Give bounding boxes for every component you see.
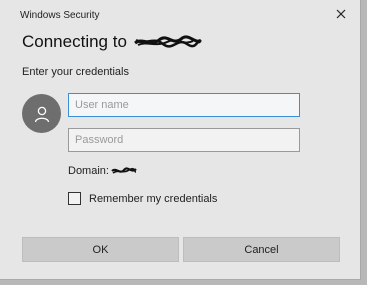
connecting-heading: Connecting to	[22, 32, 203, 52]
user-icon	[34, 106, 49, 122]
avatar	[22, 94, 61, 133]
cancel-button[interactable]: Cancel	[183, 237, 340, 262]
close-icon	[336, 9, 346, 19]
password-input[interactable]	[68, 128, 300, 152]
remember-credentials-label: Remember my credentials	[89, 192, 218, 205]
redaction-scribble	[111, 167, 137, 174]
window-title: Windows Security	[20, 10, 100, 21]
credentials-dialog: Windows Security Connecting to Enter you…	[0, 0, 361, 280]
heading-text: Connecting to	[22, 32, 127, 51]
domain-row: Domain:	[68, 165, 137, 177]
checkbox-box[interactable]	[68, 192, 81, 205]
title-bar: Windows Security	[0, 0, 360, 28]
ok-button[interactable]: OK	[22, 237, 179, 262]
domain-label: Domain:	[68, 165, 109, 177]
enter-credentials-label: Enter your credentials	[22, 66, 129, 78]
username-input[interactable]	[68, 93, 300, 117]
redaction-scribble	[134, 35, 202, 48]
close-button[interactable]	[332, 5, 350, 23]
remember-credentials-checkbox[interactable]: Remember my credentials	[68, 192, 217, 205]
